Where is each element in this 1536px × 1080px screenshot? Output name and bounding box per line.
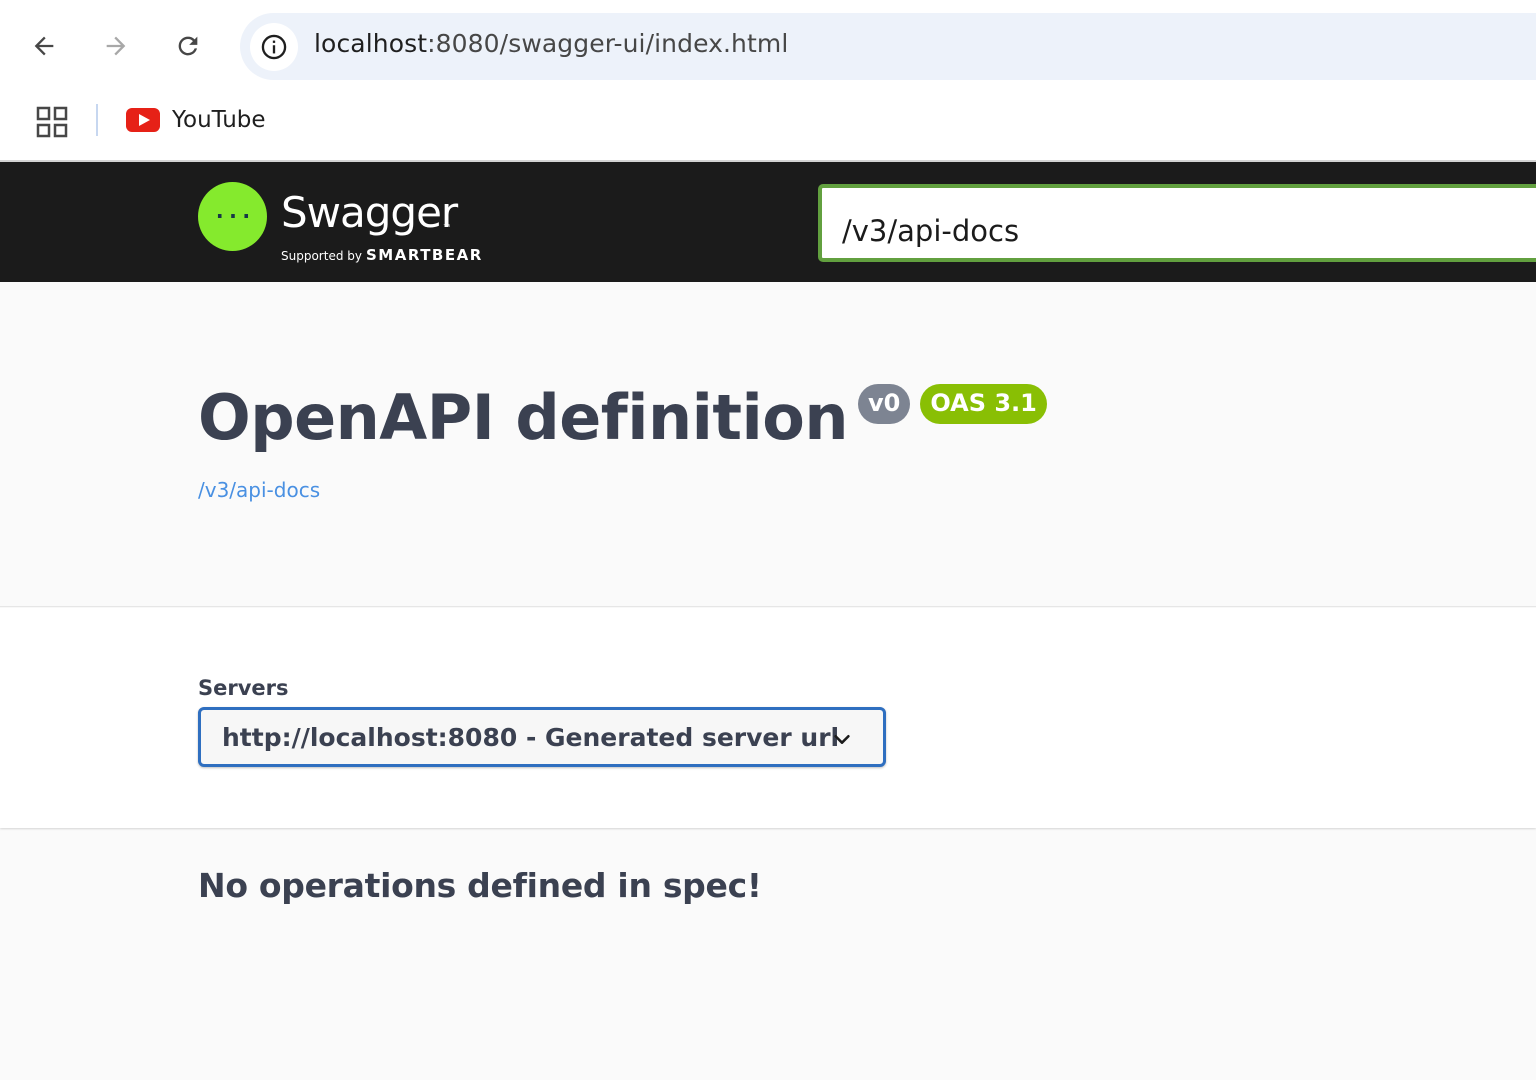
logo-name: Swagger: [281, 188, 458, 237]
forward-button[interactable]: [92, 22, 140, 70]
bookmark-youtube[interactable]: YouTube: [126, 100, 266, 140]
smartbear-label: SMARTBEAR: [365, 246, 483, 264]
swagger-logo[interactable]: {···} Swagger ™ Supported bySMARTBEAR: [198, 182, 491, 264]
arrow-left-icon: [34, 36, 54, 56]
youtube-icon: [126, 108, 160, 132]
spec-link[interactable]: /v3/api-docs: [198, 478, 320, 502]
title-row: OpenAPI definition v0 OAS 3.1: [198, 378, 1047, 458]
url-path: :8080/swagger-ui/index.html: [427, 29, 789, 58]
address-bar[interactable]: localhost:8080/swagger-ui/index.html: [240, 13, 1536, 80]
info-section: OpenAPI definition v0 OAS 3.1 /v3/api-do…: [0, 282, 1536, 607]
no-operations-message: No operations defined in spec!: [198, 866, 762, 905]
page-title: OpenAPI definition: [198, 381, 849, 454]
url-text[interactable]: localhost:8080/swagger-ui/index.html: [314, 29, 788, 58]
bookmark-label: YouTube: [172, 107, 266, 133]
browser-toolbar: localhost:8080/swagger-ui/index.html: [0, 0, 1536, 92]
reload-button[interactable]: [164, 22, 212, 70]
chevron-down-icon: [834, 734, 850, 744]
bookmarks-bar: YouTube: [0, 92, 1536, 160]
info-icon: [261, 34, 287, 60]
version-badge: v0: [858, 384, 911, 424]
svg-text:{···}: {···}: [213, 205, 253, 230]
apps-grid-icon[interactable]: [36, 106, 68, 138]
servers-label: Servers: [198, 676, 289, 700]
logo-trademark: ™: [443, 224, 450, 231]
swagger-topbar: {···} Swagger ™ Supported bySMARTBEAR: [0, 162, 1536, 282]
oas-badge: OAS 3.1: [920, 384, 1047, 424]
supported-by-label: Supported by: [281, 249, 362, 263]
reload-icon: [178, 36, 198, 56]
servers-section: Servers http://localhost:8080 - Generate…: [0, 608, 1536, 828]
server-select-value: http://localhost:8080 - Generated server…: [222, 722, 840, 752]
bookmarks-divider: [96, 104, 98, 136]
arrow-right-icon: [106, 36, 126, 56]
back-button[interactable]: [20, 22, 68, 70]
spec-url-input[interactable]: [818, 184, 1536, 262]
swagger-logo-icon: {···}: [198, 182, 267, 251]
url-host: localhost: [314, 29, 428, 58]
server-select[interactable]: http://localhost:8080 - Generated server…: [198, 707, 886, 767]
swagger-logo-text: Swagger ™ Supported by SMARTBEAR: [281, 182, 491, 264]
logo-supported-by: Supported by SMARTBEAR: [281, 246, 483, 264]
site-info-button[interactable]: [250, 23, 298, 71]
